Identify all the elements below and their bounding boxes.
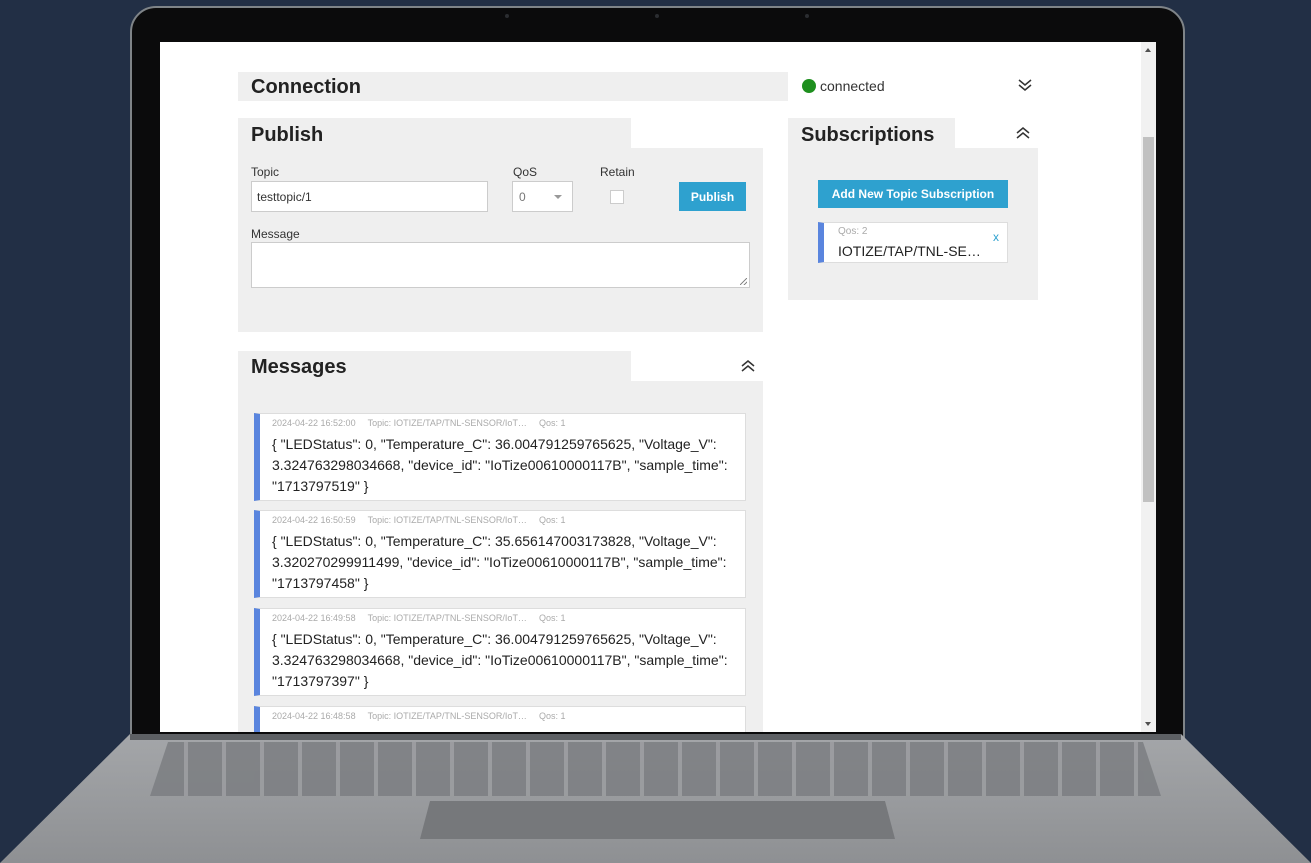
subscriptions-title: Subscriptions bbox=[801, 124, 935, 146]
sensor-dot bbox=[805, 14, 809, 18]
scroll-thumb[interactable] bbox=[1143, 137, 1154, 502]
message-payload: { "LEDStatus": 0, "Temperature_C": 36.00… bbox=[272, 436, 728, 494]
message-payload: { "LEDStatus": 0, "Temperature_C": 36.00… bbox=[272, 631, 728, 689]
chevron-double-up-icon[interactable] bbox=[1015, 126, 1031, 140]
browser-viewport: Connection connected Publish Topic testt… bbox=[160, 42, 1156, 732]
subscriptions-panel: Add New Topic Subscription Qos: 2 IOTIZE… bbox=[788, 149, 1038, 300]
subscription-item[interactable]: Qos: 2 IOTIZE/TAP/TNL-SE… x bbox=[818, 222, 1008, 263]
message-time: 2024-04-22 16:49:58 bbox=[272, 613, 356, 623]
qos-select[interactable]: 0 bbox=[512, 181, 573, 212]
message-time: 2024-04-22 16:48:58 bbox=[272, 711, 356, 721]
laptop-hinge bbox=[130, 734, 1181, 740]
connection-title: Connection bbox=[251, 76, 361, 98]
scroll-down-icon[interactable] bbox=[1145, 722, 1151, 726]
connection-status-icon bbox=[802, 79, 816, 93]
resize-grip-icon[interactable] bbox=[740, 278, 747, 285]
message-qos: Qos: 1 bbox=[538, 418, 566, 428]
retain-label: Retain bbox=[600, 165, 635, 179]
trackpad bbox=[420, 801, 895, 839]
message-item[interactable]: 2024-04-22 16:52:00 Topic: IOTIZE/TAP/TNL… bbox=[254, 413, 746, 501]
camera-dot bbox=[505, 14, 509, 18]
caret-down-icon bbox=[554, 195, 562, 199]
connection-header[interactable]: Connection bbox=[238, 72, 788, 101]
publish-panel: Topic testtopic/1 QoS 0 Retain Publish M… bbox=[238, 149, 763, 332]
message-qos: Qos: 1 bbox=[538, 515, 566, 525]
publish-button[interactable]: Publish bbox=[679, 182, 746, 211]
message-time: 2024-04-22 16:50:59 bbox=[272, 515, 356, 525]
topic-input[interactable]: testtopic/1 bbox=[251, 181, 488, 212]
message-qos: Qos: 1 bbox=[538, 711, 566, 721]
publish-title: Publish bbox=[251, 124, 324, 146]
qos-value: 0 bbox=[519, 189, 526, 204]
message-topic: Topic: IOTIZE/TAP/TNL-SENSOR/IoT… bbox=[367, 418, 527, 428]
message-textarea[interactable] bbox=[251, 242, 750, 288]
connection-status: connected bbox=[820, 78, 885, 94]
subscription-topic: IOTIZE/TAP/TNL-SE… bbox=[838, 243, 981, 259]
retain-checkbox[interactable] bbox=[610, 190, 624, 204]
message-qos: Qos: 1 bbox=[538, 613, 566, 623]
message-item[interactable]: 2024-04-22 16:48:58 Topic: IOTIZE/TAP/TNL… bbox=[254, 706, 746, 732]
subscription-qos: Qos: 2 bbox=[838, 226, 868, 237]
message-meta: 2024-04-22 16:50:59 Topic: IOTIZE/TAP/TNL… bbox=[272, 515, 577, 525]
message-item[interactable]: 2024-04-22 16:49:58 Topic: IOTIZE/TAP/TNL… bbox=[254, 608, 746, 696]
messages-panel: 2024-04-22 16:52:00 Topic: IOTIZE/TAP/TNL… bbox=[238, 381, 763, 732]
message-meta: 2024-04-22 16:48:58 Topic: IOTIZE/TAP/TNL… bbox=[272, 711, 577, 721]
message-label: Message bbox=[251, 227, 300, 241]
message-time: 2024-04-22 16:52:00 bbox=[272, 418, 356, 428]
message-topic: Topic: IOTIZE/TAP/TNL-SENSOR/IoT… bbox=[367, 613, 527, 623]
qos-label: QoS bbox=[513, 165, 538, 179]
message-meta: 2024-04-22 16:52:00 Topic: IOTIZE/TAP/TNL… bbox=[272, 418, 577, 428]
message-topic: Topic: IOTIZE/TAP/TNL-SENSOR/IoT… bbox=[367, 515, 527, 525]
keyboard-keys bbox=[150, 742, 1161, 796]
close-icon[interactable]: x bbox=[993, 230, 999, 244]
publish-header-tab-cut bbox=[631, 118, 763, 148]
message-payload: { "LEDStatus": 0, "Temperature_C": 35.65… bbox=[272, 533, 727, 591]
message-topic: Topic: IOTIZE/TAP/TNL-SENSOR/IoT… bbox=[367, 711, 527, 721]
chevron-double-down-icon[interactable] bbox=[1017, 78, 1033, 92]
message-item[interactable]: 2024-04-22 16:50:59 Topic: IOTIZE/TAP/TNL… bbox=[254, 510, 746, 598]
message-meta: 2024-04-22 16:49:58 Topic: IOTIZE/TAP/TNL… bbox=[272, 613, 577, 623]
sensor-dot bbox=[655, 14, 659, 18]
add-subscription-button[interactable]: Add New Topic Subscription bbox=[818, 180, 1008, 208]
chevron-double-up-icon[interactable] bbox=[740, 359, 756, 373]
page-scrollbar[interactable] bbox=[1141, 42, 1156, 732]
messages-title: Messages bbox=[251, 356, 347, 378]
scroll-up-icon[interactable] bbox=[1145, 48, 1151, 52]
topic-label: Topic bbox=[251, 165, 280, 179]
